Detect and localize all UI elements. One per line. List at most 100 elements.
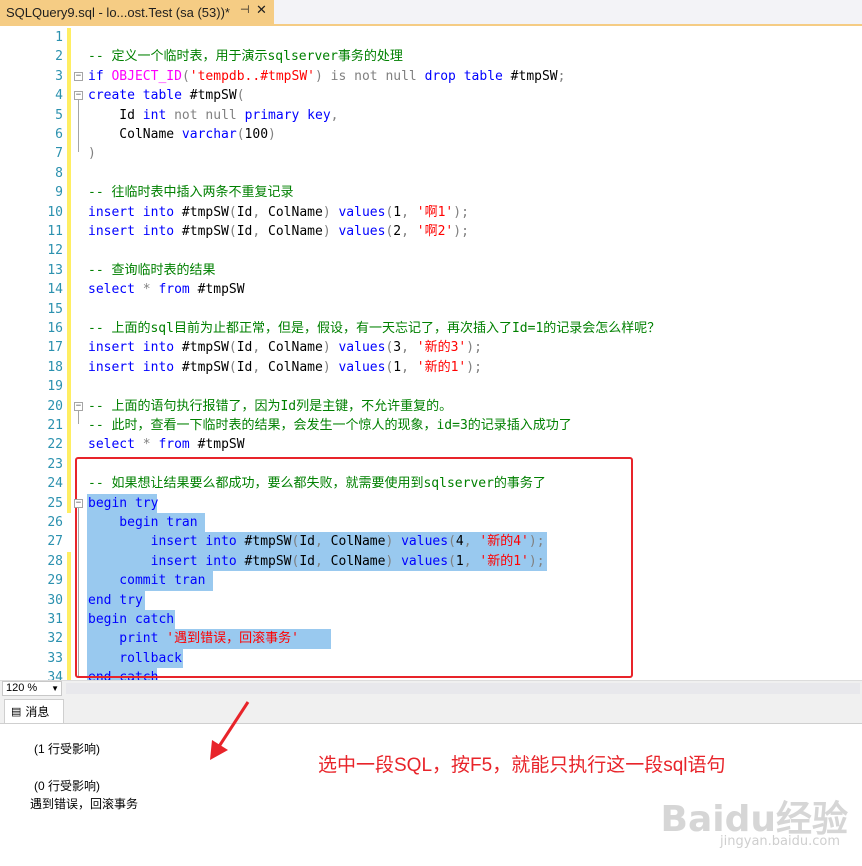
line-number: 1: [55, 30, 63, 45]
close-icon[interactable]: ✕: [256, 2, 267, 18]
code-token: (: [228, 224, 237, 239]
line-number: 28: [47, 553, 63, 569]
code-token: from: [158, 282, 198, 298]
pin-icon[interactable]: ⊣: [240, 3, 250, 16]
code-token: int: [142, 107, 175, 123]
code-token: *: [142, 437, 159, 453]
line-number: 22: [47, 437, 63, 453]
code-token: (: [228, 340, 237, 356]
code-token: -- 此时，查看一下临时表的结果，会发生一个惊人的现象，id=3的记录插入成功了: [88, 418, 572, 433]
code-token: Id: [236, 359, 253, 375]
code-line: -- 此时，查看一下临时表的结果，会发生一个惊人的现象，id=3的记录插入成功了: [88, 416, 572, 435]
query-tab[interactable]: SQLQuery9.sql - lo...ost.Test (sa (53))*…: [0, 0, 274, 24]
line-number: 11: [47, 224, 63, 239]
code-line: insert into #tmpSW(Id, ColName) values(3…: [88, 338, 482, 357]
sql-editor[interactable]: 1 2 3 4 5 6 7 8 9 10 11 12 13 14 15 16 17 18 19 20 21 22 23 24 2…: [0, 26, 862, 688]
fold-toggle[interactable]: −: [74, 71, 83, 81]
line-number: 14: [47, 282, 63, 298]
code-token: OBJECT_ID: [111, 68, 182, 84]
code-token: #tmpSW: [189, 88, 237, 104]
code-line: if OBJECT_ID('tempdb..#tmpSW') is not nu…: [88, 67, 565, 86]
change-marker: [67, 551, 71, 688]
code-token: values: [338, 224, 386, 239]
line-number: 10: [47, 204, 63, 220]
code-token: (: [228, 204, 237, 220]
code-token: );: [466, 340, 482, 356]
code-token: (: [236, 127, 245, 142]
code-token: ,: [401, 204, 417, 220]
watermark-url: jingyan.baidu.com: [720, 834, 840, 849]
code-token: ColName: [268, 204, 323, 220]
code-line: -- 往临时表中插入两条不重复记录: [88, 183, 293, 202]
code-token: 100: [244, 127, 269, 142]
code-token: #tmpSW: [181, 224, 229, 239]
code-token: 3: [393, 340, 402, 356]
code-token: );: [453, 204, 469, 220]
horizontal-scrollbar[interactable]: [66, 683, 860, 694]
code-token: ,: [252, 204, 269, 220]
code-token: '新的3': [416, 340, 467, 356]
code-token: (: [181, 68, 190, 84]
line-number: 24: [47, 476, 63, 492]
code-line: insert into #tmpSW(Id, ColName) values(1…: [88, 203, 469, 222]
code-token: is not null: [330, 68, 425, 84]
code-token: Id: [236, 340, 253, 356]
code-token: insert into: [88, 224, 182, 239]
code-token: values: [338, 204, 386, 220]
line-number: 32: [47, 631, 63, 647]
line-number: 29: [47, 573, 63, 589]
code-token: if: [88, 68, 112, 84]
code-token: 2: [393, 224, 402, 239]
code-token: '啊1': [416, 204, 454, 220]
code-token: #tmpSW: [197, 437, 245, 453]
code-token: select: [88, 282, 143, 298]
code-token: ): [322, 340, 339, 356]
line-number: 6: [55, 127, 63, 142]
code-token: -- 上面的语句执行报错了，因为Id列是主键，不允许重复的。: [88, 398, 453, 414]
fold-guide: [78, 507, 79, 677]
highlight-box: [75, 457, 633, 678]
fold-guide: [78, 410, 79, 424]
messages-icon: ▤: [11, 706, 22, 718]
code-token: ): [322, 359, 339, 375]
code-line: -- 上面的sql目前为止都正常，但是，假设，有一天忘记了，再次插入了Id=1的…: [88, 319, 660, 338]
fold-toggle[interactable]: −: [74, 91, 83, 101]
document-tab-bar: SQLQuery9.sql - lo...ost.Test (sa (53))*…: [0, 0, 862, 26]
code-token: '啊2': [416, 224, 454, 239]
line-number: 21: [47, 418, 63, 433]
code-token: -- 往临时表中插入两条不重复记录: [88, 185, 294, 201]
code-line: insert into #tmpSW(Id, ColName) values(2…: [88, 222, 469, 241]
tab-messages[interactable]: ▤ 消息: [4, 699, 64, 723]
code-token: 1: [393, 204, 402, 220]
code-token: #tmpSW: [510, 68, 558, 84]
code-token: #tmpSW: [181, 204, 229, 220]
line-number: 25: [47, 495, 63, 511]
code-token: 1: [393, 359, 402, 375]
line-number: 13: [47, 262, 63, 278]
zoom-select[interactable]: 120 % ▼: [2, 681, 62, 696]
code-token: (: [236, 88, 245, 104]
change-marker: [67, 28, 71, 513]
code-token: 'tempdb..#tmpSW': [189, 68, 315, 84]
code-token: from: [158, 437, 198, 453]
code-token: select: [88, 437, 143, 453]
code-line: create table #tmpSW(: [88, 86, 245, 105]
line-number: 27: [47, 534, 63, 550]
fold-toggle[interactable]: −: [74, 401, 83, 411]
fold-toggle[interactable]: −: [74, 498, 83, 508]
line-number: 23: [47, 456, 63, 472]
line-number: 18: [47, 359, 63, 375]
code-token: #tmpSW: [181, 340, 229, 356]
code-token: ColName: [268, 359, 323, 375]
code-token: values: [338, 359, 386, 375]
code-token: (: [228, 359, 237, 375]
code-token: ): [322, 224, 339, 239]
code-token: );: [453, 224, 469, 239]
message-line: 遇到错误，回滚事务: [30, 797, 139, 811]
code-token: ColName: [268, 340, 323, 356]
message-line: (1 行受影响): [34, 742, 101, 756]
code-token: ,: [330, 107, 339, 123]
code-token: not null: [174, 107, 245, 123]
code-token: ,: [401, 359, 417, 375]
code-token: ColName: [268, 224, 323, 239]
